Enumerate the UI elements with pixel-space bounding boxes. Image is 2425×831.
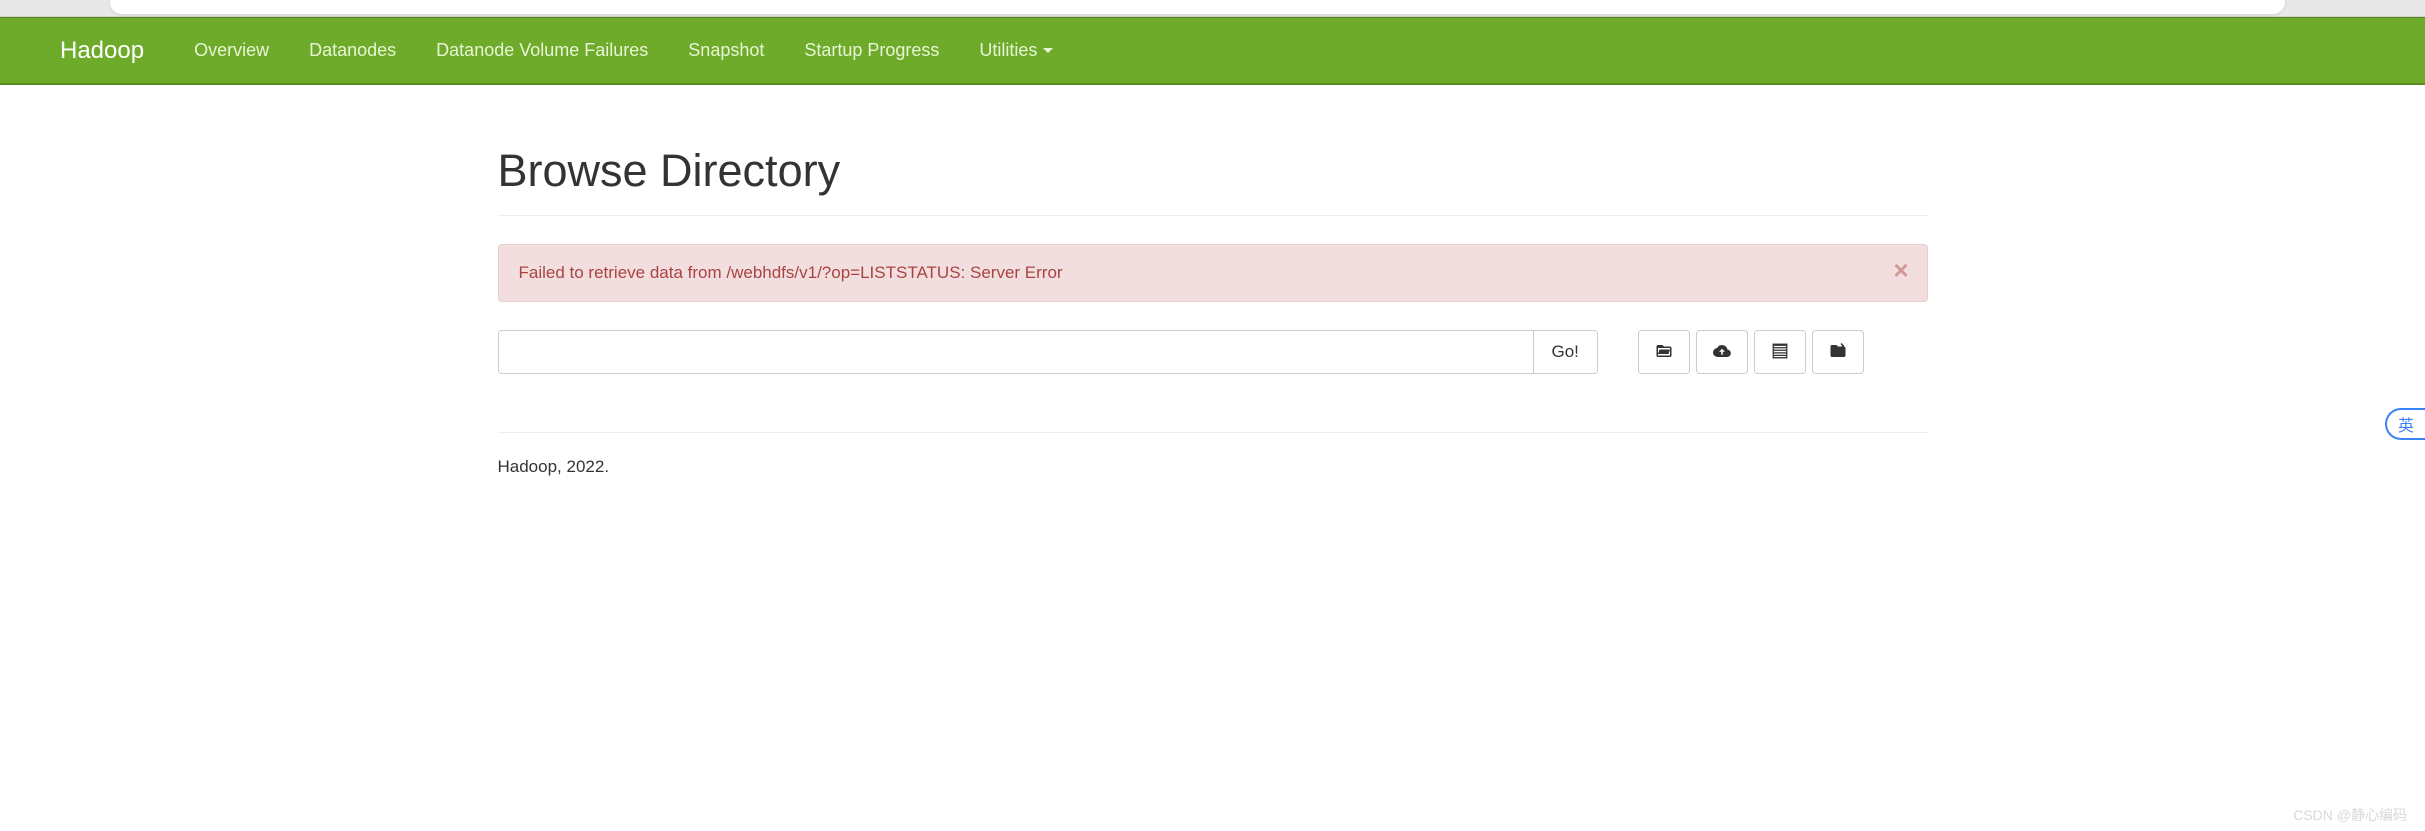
language-bubble[interactable]: 英 xyxy=(2385,408,2425,440)
nav-datanodes[interactable]: Datanodes xyxy=(289,18,416,83)
main-navbar: Hadoop Overview Datanodes Datanode Volum… xyxy=(0,17,2425,85)
folder-open-icon xyxy=(1655,342,1673,363)
folder-arrow-icon xyxy=(1829,342,1847,363)
list-icon xyxy=(1771,342,1789,363)
alert-close-button[interactable]: × xyxy=(1893,257,1908,283)
footer-divider xyxy=(498,432,1928,433)
nav-startup-progress[interactable]: Startup Progress xyxy=(784,18,959,83)
new-folder-button[interactable] xyxy=(1638,330,1690,374)
error-alert: Failed to retrieve data from /webhdfs/v1… xyxy=(498,244,1928,302)
go-button[interactable]: Go! xyxy=(1533,330,1598,374)
alert-message: Failed to retrieve data from /webhdfs/v1… xyxy=(519,263,1063,282)
watermark: CSDN @静心编码 xyxy=(2293,805,2407,825)
cut-button[interactable] xyxy=(1812,330,1864,374)
nav-snapshot[interactable]: Snapshot xyxy=(668,18,784,83)
path-input-row: Go! xyxy=(498,330,1928,374)
cloud-upload-icon xyxy=(1713,342,1731,363)
nav-datanode-volume-failures[interactable]: Datanode Volume Failures xyxy=(416,18,668,83)
caret-down-icon xyxy=(1043,48,1053,53)
nav-overview[interactable]: Overview xyxy=(174,18,289,83)
upload-button[interactable] xyxy=(1696,330,1748,374)
browser-url-bar xyxy=(0,0,2425,17)
path-input[interactable] xyxy=(498,330,1533,374)
list-button[interactable] xyxy=(1754,330,1806,374)
main-container: Browse Directory Failed to retrieve data… xyxy=(478,145,1948,477)
footer-text: Hadoop, 2022. xyxy=(498,457,1928,477)
page-title: Browse Directory xyxy=(498,145,1928,197)
nav-utilities-label: Utilities xyxy=(979,40,1037,61)
spacer xyxy=(1598,330,1638,374)
nav-utilities-dropdown[interactable]: Utilities xyxy=(959,18,1073,83)
page-header: Browse Directory xyxy=(498,145,1928,216)
brand-link[interactable]: Hadoop xyxy=(60,37,144,65)
